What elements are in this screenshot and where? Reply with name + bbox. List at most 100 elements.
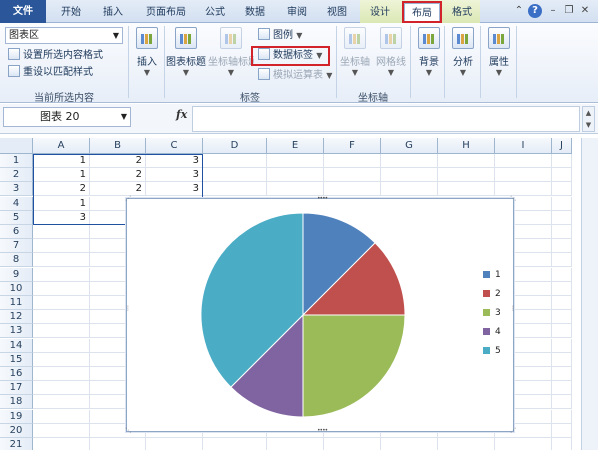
cell[interactable]: 3 bbox=[146, 182, 203, 197]
row-header-12[interactable]: 12 bbox=[0, 310, 33, 325]
formula-bar-scroll[interactable]: ▲ ▼ bbox=[582, 106, 595, 132]
formula-input[interactable] bbox=[192, 106, 580, 132]
row-header-2[interactable]: 2 bbox=[0, 168, 33, 183]
row-header-5[interactable]: 5 bbox=[0, 210, 33, 225]
cell[interactable] bbox=[33, 310, 90, 325]
row-header-20[interactable]: 20 bbox=[0, 423, 33, 438]
tab-review[interactable]: 审阅 bbox=[280, 3, 314, 23]
row-header-18[interactable]: 18 bbox=[0, 395, 33, 410]
cell[interactable] bbox=[438, 182, 495, 197]
pie-plot[interactable] bbox=[193, 205, 413, 425]
cell[interactable]: 2 bbox=[90, 182, 146, 197]
cell[interactable]: 1 bbox=[33, 168, 90, 183]
legend-button[interactable]: 图例 ▼ bbox=[258, 28, 302, 44]
cell[interactable] bbox=[552, 267, 572, 282]
resize-handle[interactable]: ⋰ bbox=[510, 428, 516, 434]
row-header-11[interactable]: 11 bbox=[0, 296, 33, 310]
cell[interactable] bbox=[552, 253, 572, 268]
legend-item[interactable]: 1 bbox=[483, 269, 513, 288]
row-header-13[interactable]: 13 bbox=[0, 324, 33, 339]
cell[interactable] bbox=[381, 438, 438, 450]
tab-file[interactable]: 文件 bbox=[0, 0, 46, 23]
chart-element-select[interactable]: 图表区 ▼ bbox=[5, 27, 123, 44]
cell[interactable] bbox=[552, 423, 572, 438]
cell[interactable] bbox=[438, 154, 495, 168]
pie-slice-3[interactable] bbox=[302, 314, 406, 418]
data-table-button[interactable]: 模拟运算表 ▼ bbox=[258, 68, 332, 84]
cell[interactable] bbox=[438, 168, 495, 183]
column-header-j[interactable]: J bbox=[552, 138, 572, 154]
cell[interactable] bbox=[495, 182, 552, 197]
cell[interactable]: 1 bbox=[33, 154, 90, 168]
cell[interactable] bbox=[552, 296, 572, 310]
cell[interactable] bbox=[552, 210, 572, 225]
cell[interactable] bbox=[33, 296, 90, 310]
cell[interactable] bbox=[203, 168, 267, 183]
cell[interactable] bbox=[33, 381, 90, 396]
tab-layout[interactable]: 布局 bbox=[404, 3, 440, 23]
column-header-d[interactable]: D bbox=[203, 138, 267, 154]
resize-handle[interactable]: ⋮ bbox=[125, 306, 131, 312]
name-box[interactable]: 图表 20 ▼ bbox=[3, 107, 131, 127]
resize-handle[interactable]: ⋱ bbox=[510, 196, 516, 202]
select-all-corner[interactable] bbox=[0, 138, 33, 154]
row-header-17[interactable]: 17 bbox=[0, 381, 33, 396]
tab-insert[interactable]: 插入 bbox=[96, 3, 130, 23]
tab-page-layout[interactable]: 页面布局 bbox=[140, 3, 192, 23]
cell[interactable] bbox=[33, 324, 90, 339]
cell[interactable] bbox=[552, 438, 572, 450]
legend-item[interactable]: 4 bbox=[483, 326, 513, 345]
cell[interactable] bbox=[552, 324, 572, 339]
axis-titles-button[interactable]: 坐标轴标题 ▼ bbox=[208, 27, 254, 85]
cell[interactable] bbox=[33, 367, 90, 381]
axes-button[interactable]: 坐标轴 ▼ bbox=[338, 27, 372, 85]
cell[interactable]: 3 bbox=[146, 154, 203, 168]
cell[interactable] bbox=[267, 438, 324, 450]
cell[interactable] bbox=[324, 168, 381, 183]
fx-icon[interactable]: fx bbox=[176, 108, 187, 121]
cell[interactable] bbox=[381, 168, 438, 183]
cell[interactable] bbox=[381, 154, 438, 168]
insert-button[interactable]: 插入 ▼ bbox=[130, 27, 164, 85]
background-button[interactable]: 背景 ▼ bbox=[412, 27, 446, 85]
cell[interactable] bbox=[33, 338, 90, 353]
row-header-21[interactable]: 21 bbox=[0, 438, 33, 450]
cell[interactable] bbox=[33, 267, 90, 282]
cell[interactable] bbox=[552, 310, 572, 325]
column-header-g[interactable]: G bbox=[381, 138, 438, 154]
tab-design[interactable]: 设计 bbox=[362, 3, 398, 23]
cell[interactable] bbox=[552, 225, 572, 239]
column-header-h[interactable]: H bbox=[438, 138, 495, 154]
cell[interactable] bbox=[203, 182, 267, 197]
cell[interactable] bbox=[438, 438, 495, 450]
row-header-1[interactable]: 1 bbox=[0, 154, 33, 168]
cell[interactable]: 2 bbox=[33, 182, 90, 197]
tab-data[interactable]: 数据 bbox=[238, 3, 272, 23]
cell[interactable] bbox=[552, 409, 572, 424]
minimize-window-icon[interactable]: – bbox=[546, 4, 560, 18]
data-labels-button[interactable]: 数据标签 ▼ bbox=[258, 48, 322, 64]
tab-format[interactable]: 格式 bbox=[446, 3, 478, 23]
legend-item[interactable]: 2 bbox=[483, 288, 513, 307]
cell[interactable] bbox=[33, 423, 90, 438]
properties-button[interactable]: 属性 ▼ bbox=[482, 27, 516, 85]
cell[interactable] bbox=[33, 281, 90, 296]
help-icon[interactable]: ? bbox=[528, 4, 542, 18]
row-header-6[interactable]: 6 bbox=[0, 225, 33, 239]
cell[interactable]: 3 bbox=[146, 168, 203, 183]
resize-handle[interactable]: •••• bbox=[317, 428, 328, 434]
cell[interactable] bbox=[33, 239, 90, 254]
row-header-14[interactable]: 14 bbox=[0, 338, 33, 353]
row-header-16[interactable]: 16 bbox=[0, 367, 33, 381]
tab-home[interactable]: 开始 bbox=[54, 3, 88, 23]
cell[interactable] bbox=[324, 438, 381, 450]
cell[interactable] bbox=[267, 154, 324, 168]
reset-style-button[interactable]: 重设以匹配样式 bbox=[8, 65, 93, 81]
row-header-8[interactable]: 8 bbox=[0, 253, 33, 268]
gridlines-button[interactable]: 网格线 ▼ bbox=[374, 27, 408, 85]
cell[interactable]: 2 bbox=[90, 154, 146, 168]
cell[interactable] bbox=[33, 225, 90, 239]
cell[interactable] bbox=[552, 239, 572, 254]
cell[interactable] bbox=[33, 253, 90, 268]
cell[interactable]: 2 bbox=[90, 168, 146, 183]
